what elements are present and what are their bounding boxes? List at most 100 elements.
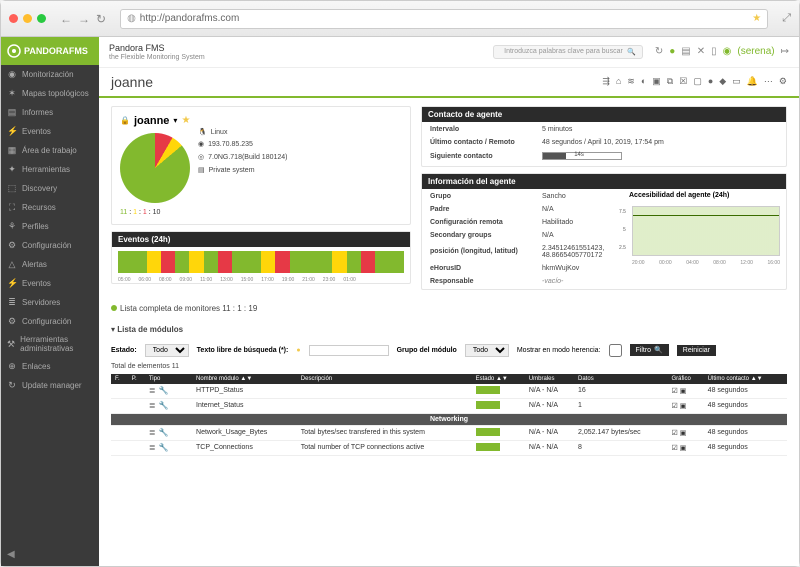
admin-tools-icon: ⚒	[7, 339, 15, 350]
alerts-bell-icon[interactable]: ▯	[711, 46, 717, 57]
tools-icon: ✦	[7, 164, 17, 175]
url-bar[interactable]: ◍ http://pandorafms.com ★	[120, 9, 768, 29]
sidebar-item-herramientas[interactable]: ✦Herramientas	[1, 160, 99, 179]
workspace-icon: ▦	[7, 145, 17, 156]
sidebar-item-servidores[interactable]: ≣Servidores	[1, 293, 99, 312]
tb-icon-13[interactable]: ⋯	[764, 76, 773, 87]
herencia-checkbox[interactable]	[609, 344, 622, 357]
state-ok-icon	[476, 401, 500, 409]
sidebar-item-alertas[interactable]: △Alertas	[1, 255, 99, 274]
tb-icon-1[interactable]: ⇶	[602, 76, 610, 87]
sidebar-item-monitorizacion[interactable]: ◉Monitorización	[1, 65, 99, 84]
graph-icon[interactable]: ☑	[672, 403, 678, 410]
sidebar-item-admin-tools[interactable]: ⚒Herramientas administrativas	[1, 331, 99, 357]
tb-icon-5[interactable]: ▣	[652, 76, 661, 87]
sidebar-item-area[interactable]: ▦Área de trabajo	[1, 141, 99, 160]
gear-icon[interactable]: ⚙	[779, 76, 787, 87]
contact-panel: Contacto de agente Intervalo5 minutos Úl…	[421, 106, 787, 167]
sidebar-item-config2[interactable]: ⚙Configuración	[1, 312, 99, 331]
sidebar-item-mapas[interactable]: ✶Mapas topológicos	[1, 84, 99, 103]
logout-icon[interactable]: ↦	[781, 46, 789, 57]
table-row[interactable]: ≣🔧HTTPD_StatusN/A - N/A16☑ ▣48 segundos	[111, 384, 787, 399]
ok-dot-icon	[111, 305, 117, 311]
data-icon[interactable]: ▣	[680, 388, 687, 395]
table-row[interactable]: ≣🔧Internet_StatusN/A - N/A1☑ ▣48 segundo…	[111, 398, 787, 413]
globe-icon: ◍	[127, 13, 136, 24]
data-icon[interactable]: ▣	[680, 403, 687, 410]
tb-icon-10[interactable]: ◆	[719, 76, 726, 87]
graph-icon[interactable]: ☑	[672, 445, 678, 452]
favorite-star-icon[interactable]: ★	[181, 115, 190, 126]
search-text-input[interactable]	[309, 345, 389, 356]
update-icon: ↻	[7, 380, 17, 391]
modules-toggle[interactable]: ▾ Lista de módulos	[111, 325, 787, 334]
tb-icon-11[interactable]: ▭	[732, 76, 741, 87]
status-ok-icon[interactable]: ●	[669, 46, 675, 57]
lock-icon: 🔒	[120, 116, 130, 125]
tb-icon-3[interactable]: ≋	[627, 76, 635, 87]
resources-icon: ⛶	[7, 202, 17, 213]
brand-logo[interactable]: PANDORAFMS	[1, 37, 99, 65]
tb-icon-7[interactable]: ☒	[679, 76, 687, 87]
total-elements: Total de elementos 11	[99, 361, 799, 372]
app-subtitle: the Flexible Monitoring System	[109, 54, 205, 61]
minimize-icon[interactable]	[23, 14, 32, 23]
search-icon[interactable]: 🔍	[627, 48, 636, 56]
table-row[interactable]: ≣🔧TCP_ConnectionsTotal number of TCP con…	[111, 440, 787, 455]
tools2-icon[interactable]: ✕	[697, 46, 705, 57]
back-icon[interactable]: ←	[60, 12, 72, 26]
maximize-icon[interactable]	[37, 14, 46, 23]
next-contact-progress: 14s	[542, 152, 622, 160]
sidebar-item-config[interactable]: ⚙Configuración	[1, 236, 99, 255]
status-pie-chart	[120, 133, 190, 203]
data-icon[interactable]: ▣	[680, 445, 687, 452]
sidebar-item-enlaces[interactable]: ⊕Enlaces	[1, 357, 99, 376]
sidebar-collapse[interactable]: ◀	[1, 543, 99, 566]
graph-icon[interactable]: ☑	[672, 430, 678, 437]
reload-icon[interactable]: ↻	[96, 12, 106, 26]
chevron-down-icon[interactable]: ▾	[173, 116, 177, 125]
tb-icon-6[interactable]: ⧉	[667, 76, 673, 87]
bookmark-star-icon[interactable]: ★	[752, 13, 761, 24]
monitors-summary: Lista completa de monitores 11 : 1 : 19	[111, 304, 787, 313]
window-controls	[9, 14, 46, 23]
events-bar-chart	[118, 251, 404, 273]
graph-icon[interactable]: ☑	[672, 388, 678, 395]
alerts-icon: △	[7, 259, 17, 270]
grupo-select[interactable]: Todo	[465, 344, 509, 357]
forward-icon[interactable]: →	[78, 12, 90, 26]
tb-icon-9[interactable]: ●	[708, 76, 713, 87]
chart-icon[interactable]: ▤	[681, 46, 690, 57]
data-icon[interactable]: ▣	[680, 430, 687, 437]
sidebar-item-update[interactable]: ↻Update manager	[1, 376, 99, 395]
sidebar-item-eventos2[interactable]: ⚡Eventos	[1, 274, 99, 293]
user-name[interactable]: (serena)	[737, 46, 774, 57]
agent-toolbar: ⇶ ⌂ ≋ ◐ ▣ ⧉ ☒ ▢ ● ◆ ▭ 🔔 ⋯ ⚙	[602, 76, 787, 87]
tb-icon-8[interactable]: ▢	[693, 76, 702, 87]
info-icon[interactable]: ●	[296, 347, 300, 354]
agent-info-header: Información del agente	[422, 174, 786, 189]
table-row[interactable]: ≣🔧Network_Usage_BytesTotal bytes/sec tra…	[111, 425, 787, 440]
search-input[interactable]: Introduzca palabras clave para buscar 🔍	[493, 45, 643, 59]
sidebar-item-informes[interactable]: ▤Informes	[1, 103, 99, 122]
estado-select[interactable]: Todo	[145, 344, 189, 357]
sidebar-item-recursos[interactable]: ⛶Recursos	[1, 198, 99, 217]
tb-icon-4[interactable]: ◐	[641, 76, 646, 87]
contact-header: Contacto de agente	[422, 107, 786, 122]
reports-icon: ▤	[7, 107, 17, 118]
reiniciar-button[interactable]: Reiniciar	[677, 345, 716, 356]
user-avatar-icon[interactable]: ◉	[723, 46, 732, 57]
sidebar-item-perfiles[interactable]: ⚘Perfiles	[1, 217, 99, 236]
main-content: Pandora FMS the Flexible Monitoring Syst…	[99, 37, 799, 566]
sidebar-item-eventos[interactable]: ⚡Eventos	[1, 122, 99, 141]
app-frame: PANDORAFMS ◉Monitorización ✶Mapas topoló…	[1, 37, 799, 566]
monitor-icon: ◉	[7, 69, 17, 80]
refresh-icon[interactable]: ↻	[655, 46, 663, 57]
state-ok-icon	[476, 428, 500, 436]
close-icon[interactable]	[9, 14, 18, 23]
tb-icon-2[interactable]: ⌂	[616, 76, 621, 87]
filtro-button[interactable]: Filtro🔍	[630, 344, 669, 356]
fullscreen-icon[interactable]: ⤢	[782, 12, 791, 25]
sidebar-item-discovery[interactable]: ⬚Discovery	[1, 179, 99, 198]
bell-icon[interactable]: 🔔	[747, 76, 758, 87]
